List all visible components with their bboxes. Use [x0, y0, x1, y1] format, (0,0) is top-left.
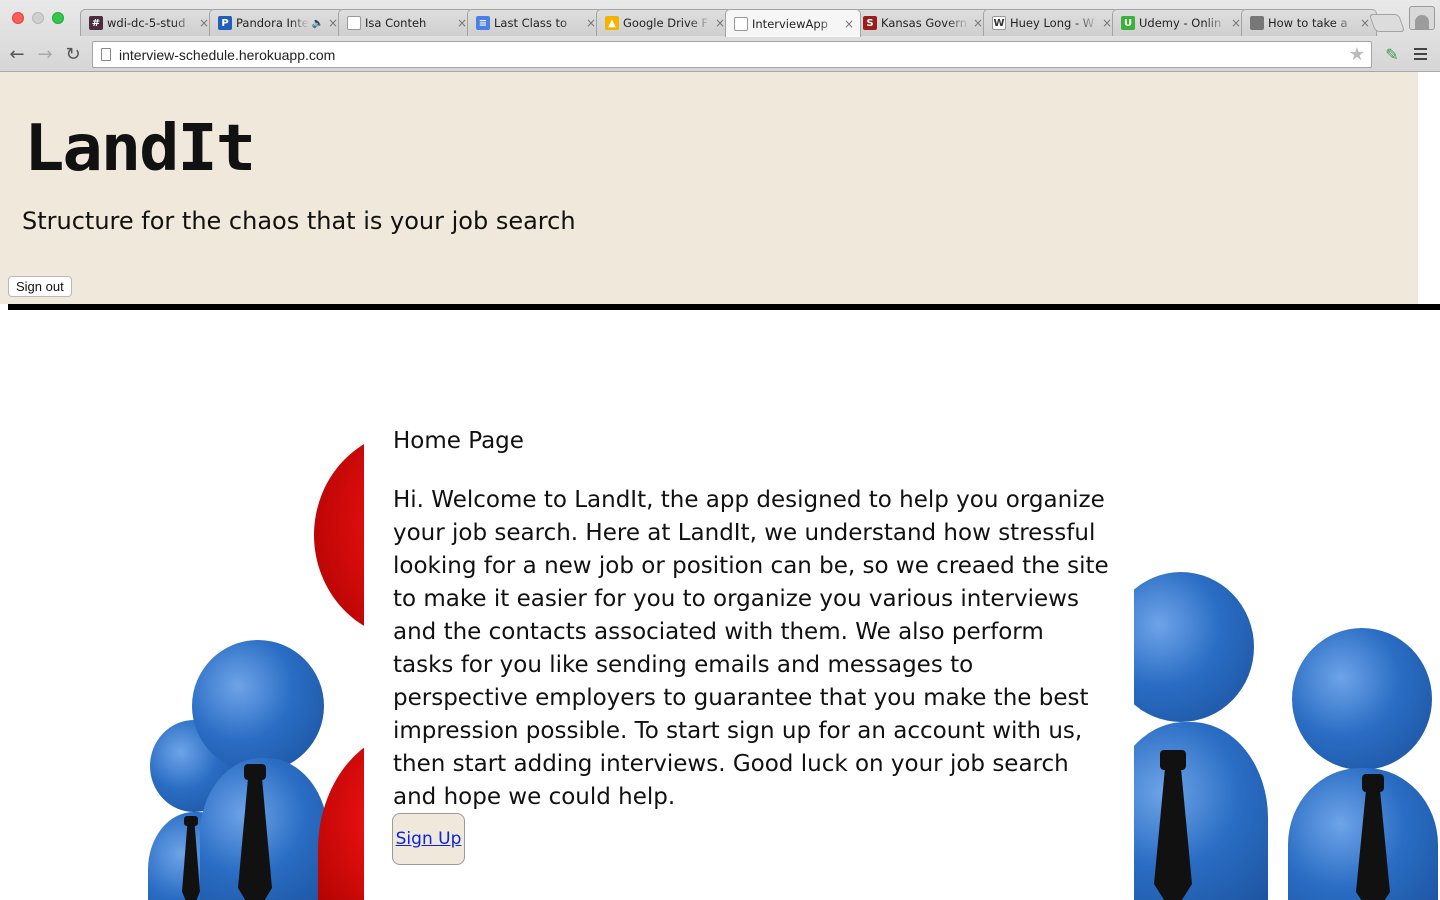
- browser-tab[interactable]: ≡ Last Class to ×: [467, 9, 603, 36]
- tab-close-icon[interactable]: ×: [973, 16, 983, 30]
- tab-close-icon[interactable]: ×: [715, 16, 725, 30]
- tab-title: wdi-dc-5-stud: [107, 16, 186, 30]
- sign-out-button[interactable]: Sign out: [8, 276, 72, 297]
- blue-person-figure: [1282, 628, 1440, 900]
- tab-title: Isa Conteh: [365, 16, 427, 30]
- docs-icon: ≡: [476, 16, 490, 30]
- drive-icon: ▲: [605, 16, 619, 30]
- site-tagline: Structure for the chaos that is your job…: [22, 207, 576, 235]
- browser-tab[interactable]: InterviewApp ×: [725, 9, 861, 37]
- tab-title: InterviewApp: [752, 16, 828, 31]
- profile-icon[interactable]: [1409, 6, 1435, 30]
- browser-tab[interactable]: U Udemy - Onlin ×: [1112, 9, 1248, 36]
- browser-tab[interactable]: How to take a ×: [1241, 9, 1377, 36]
- welcome-text: Hi. Welcome to LandIt, the app designed …: [393, 487, 1109, 810]
- pandora-icon: P: [218, 16, 232, 30]
- browser-tab[interactable]: ▲ Google Drive F ×: [596, 9, 732, 36]
- sign-up-link[interactable]: Sign Up: [396, 829, 462, 849]
- tab-title: How to take a: [1268, 16, 1348, 30]
- browser-tab[interactable]: # wdi-dc-5-stud ×: [80, 9, 216, 36]
- s-icon: S: [863, 16, 877, 30]
- address-bar[interactable]: interview-schedule.herokuapp.com ★: [92, 41, 1372, 68]
- tab-title: Pandora Inte: [236, 16, 309, 30]
- forward-button[interactable]: →: [34, 43, 56, 65]
- window-close-button[interactable]: [12, 12, 24, 24]
- tab-title: Huey Long - W: [1010, 16, 1095, 30]
- browser-tab[interactable]: P Pandora Inte 🔈 ×: [209, 9, 345, 36]
- back-button[interactable]: ←: [6, 43, 28, 65]
- new-tab-button[interactable]: [1368, 14, 1406, 32]
- tab-title: Kansas Govern: [881, 16, 968, 30]
- page-icon: [347, 16, 361, 30]
- sign-up-button[interactable]: Sign Up: [392, 813, 465, 865]
- speaker-icon[interactable]: 🔈: [311, 18, 323, 29]
- page-title: Home Page: [393, 428, 524, 454]
- url-text[interactable]: interview-schedule.herokuapp.com: [119, 47, 335, 63]
- browser-chrome: # wdi-dc-5-stud × P Pandora Inte 🔈 × Isa Conteh…: [0, 0, 1440, 72]
- tab-title: Last Class to: [494, 16, 568, 30]
- tab-close-icon[interactable]: ×: [199, 16, 209, 30]
- tab-close-icon[interactable]: ×: [1231, 16, 1241, 30]
- wikipedia-icon: W: [992, 16, 1006, 30]
- apple-icon: [1250, 16, 1264, 30]
- tab-close-icon[interactable]: ×: [457, 16, 467, 30]
- page-icon: [734, 16, 748, 31]
- hash-icon: #: [89, 16, 103, 30]
- tab-close-icon[interactable]: ×: [1102, 16, 1112, 30]
- window-maximize-button[interactable]: [52, 12, 64, 24]
- site-logo: LandIt: [24, 112, 256, 186]
- tab-title: Google Drive F: [623, 16, 709, 30]
- browser-tab[interactable]: Isa Conteh ×: [338, 9, 474, 36]
- browser-tab[interactable]: S Kansas Govern ×: [854, 9, 990, 36]
- bookmark-star-icon[interactable]: ★: [1349, 44, 1365, 65]
- browser-tab[interactable]: W Huey Long - W ×: [983, 9, 1119, 36]
- tab-close-icon[interactable]: ×: [328, 16, 338, 30]
- reload-button[interactable]: ↻: [62, 43, 84, 65]
- tab-close-icon[interactable]: ×: [586, 16, 596, 30]
- udemy-icon: U: [1121, 16, 1135, 30]
- page-icon: [101, 48, 111, 61]
- window-minimize-button[interactable]: [32, 12, 44, 24]
- site-header: LandIt Structure for the chaos that is y…: [0, 72, 1418, 304]
- tab-close-icon[interactable]: ×: [1360, 16, 1370, 30]
- tab-title: Udemy - Onlin: [1139, 16, 1222, 30]
- browser-menu-icon[interactable]: [1414, 43, 1432, 65]
- extension-icon[interactable]: ✎: [1381, 43, 1403, 65]
- tab-close-icon[interactable]: ×: [844, 17, 854, 31]
